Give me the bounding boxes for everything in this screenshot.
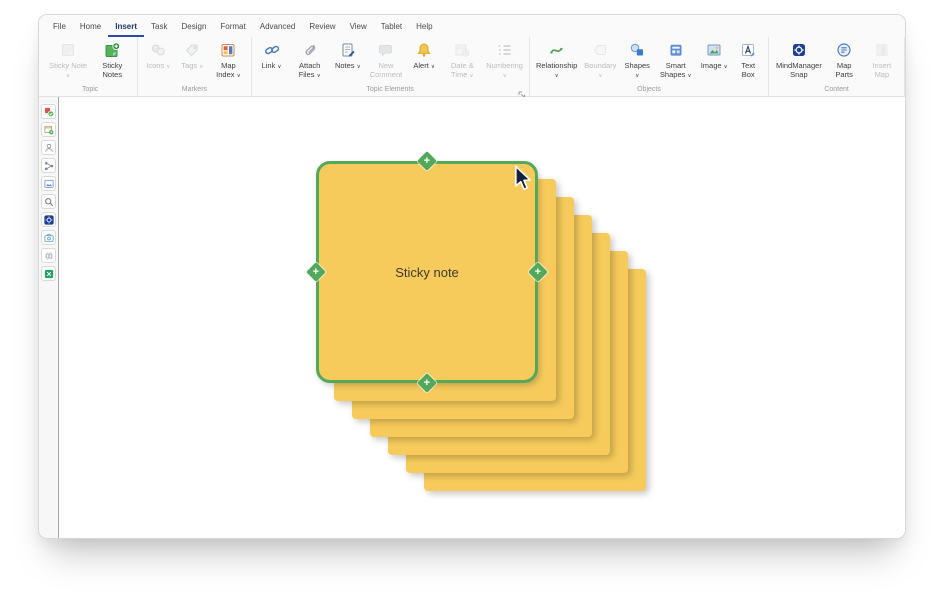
link-icon (263, 41, 281, 59)
ribbon-group-topic: Sticky Note ∨ Sticky Notes Topic (43, 37, 138, 96)
numbering-button: Numbering ∨ (483, 37, 525, 80)
numbering-icon (496, 41, 514, 59)
insert-map-icon (873, 41, 891, 59)
ribbon-group-markers: Icons ∨ Tags ∨ Map Index ∨ Markers (138, 37, 251, 96)
tab-advanced[interactable]: Advanced (253, 19, 303, 37)
date-time-icon (453, 41, 471, 59)
snap-icon[interactable] (41, 212, 56, 227)
chevron-down-icon: ∨ (66, 73, 70, 79)
snippets-icon[interactable] (41, 176, 56, 191)
new-comment-button: New Comment (365, 37, 407, 80)
schedule-icon[interactable] (41, 122, 56, 137)
ribbon-group-content: MindManager Snap Map Parts Insert Map Co… (769, 37, 905, 96)
search-icon[interactable] (41, 194, 56, 209)
tab-task[interactable]: Task (144, 19, 174, 37)
sticky-note-text: Sticky note (395, 265, 459, 280)
share-icon[interactable] (41, 158, 56, 173)
sticky-note-selected[interactable]: Sticky note + + + + (316, 161, 538, 383)
sticky-note-icon (59, 41, 77, 59)
app-window: File Home Insert Task Design Format Adva… (38, 14, 906, 539)
notes-button[interactable]: Notes ∨ (331, 37, 365, 71)
relationship-button[interactable]: Relationship ∨ (533, 37, 581, 80)
relationship-icon (548, 41, 566, 59)
date-time-button: Date & Time ∨ (441, 37, 483, 80)
add-topic-handle-left[interactable]: + (306, 262, 326, 282)
boundary-icon (591, 41, 609, 59)
group-label-topic: Topic (46, 86, 134, 96)
attach-files-icon (301, 41, 319, 59)
notes-icon (339, 41, 357, 59)
tab-design[interactable]: Design (174, 19, 213, 37)
tags-button: Tags ∨ (175, 37, 209, 71)
boundary-button: Boundary ∨ (581, 37, 621, 80)
tab-file[interactable]: File (46, 19, 73, 37)
tab-home[interactable]: Home (73, 19, 108, 37)
image-icon (705, 41, 723, 59)
menu-bar: File Home Insert Task Design Format Adva… (39, 15, 905, 37)
ribbon-group-topic-elements: Link ∨ Attach Files ∨ Notes ∨ New Commen… (252, 37, 530, 96)
mouse-cursor-icon (513, 165, 532, 192)
group-label-objects: Objects (533, 86, 765, 96)
map-index-icon (219, 41, 237, 59)
map-parts-icon (835, 41, 853, 59)
insert-map-button: Insert Map (863, 37, 901, 80)
shapes-icon (628, 41, 646, 59)
map-parts-button[interactable]: Map Parts (826, 37, 863, 80)
link-button[interactable]: Link ∨ (255, 37, 289, 71)
tags-icon (183, 41, 201, 59)
tab-review[interactable]: Review (302, 19, 342, 37)
smart-shapes-button[interactable]: Smart Shapes ∨ (654, 37, 697, 80)
icons-icon (149, 41, 167, 59)
group-label-content: Content (772, 86, 901, 96)
map-canvas: Sticky note + + + + (59, 97, 905, 538)
alert-button[interactable]: Alert ∨ (407, 37, 441, 71)
sticky-notes-button[interactable]: Sticky Notes (90, 37, 134, 80)
smart-shapes-icon (667, 41, 685, 59)
icons-button: Icons ∨ (141, 37, 175, 71)
ribbon: Sticky Note ∨ Sticky Notes Topic Icons ∨ (39, 37, 905, 97)
sticky-notes-icon (103, 41, 121, 59)
resources-icon[interactable] (41, 140, 56, 155)
shapes-button[interactable]: Shapes ∨ (620, 37, 654, 80)
web-icon[interactable] (41, 248, 56, 263)
ribbon-group-objects: Relationship ∨ Boundary ∨ Shapes ∨ Smart… (530, 37, 769, 96)
mindmanager-snap-button[interactable]: MindManager Snap (772, 37, 825, 80)
attach-files-button[interactable]: Attach Files ∨ (289, 37, 331, 80)
markers-icon[interactable] (41, 104, 56, 119)
tab-insert[interactable]: Insert (108, 19, 144, 37)
tab-view[interactable]: View (343, 19, 374, 37)
alert-icon (415, 41, 433, 59)
map-index-button[interactable]: Map Index ∨ (209, 37, 247, 80)
group-label-topic-elements: Topic Elements (255, 86, 526, 96)
text-box-button[interactable]: Text Box (731, 37, 765, 80)
mindmanager-snap-icon (790, 41, 808, 59)
image-button[interactable]: Image ∨ (697, 37, 731, 71)
side-toolbar (39, 97, 59, 538)
excel-icon[interactable] (41, 266, 56, 281)
new-comment-icon (377, 41, 395, 59)
tab-help[interactable]: Help (409, 19, 439, 37)
add-topic-handle-top[interactable]: + (417, 151, 437, 171)
text-box-icon (739, 41, 757, 59)
capture-icon[interactable] (41, 230, 56, 245)
tab-format[interactable]: Format (213, 19, 252, 37)
sticky-note-button: Sticky Note ∨ (46, 37, 90, 80)
dialog-launcher-icon[interactable] (518, 86, 526, 94)
group-label-markers: Markers (141, 86, 247, 96)
tab-tablet[interactable]: Tablet (374, 19, 409, 37)
